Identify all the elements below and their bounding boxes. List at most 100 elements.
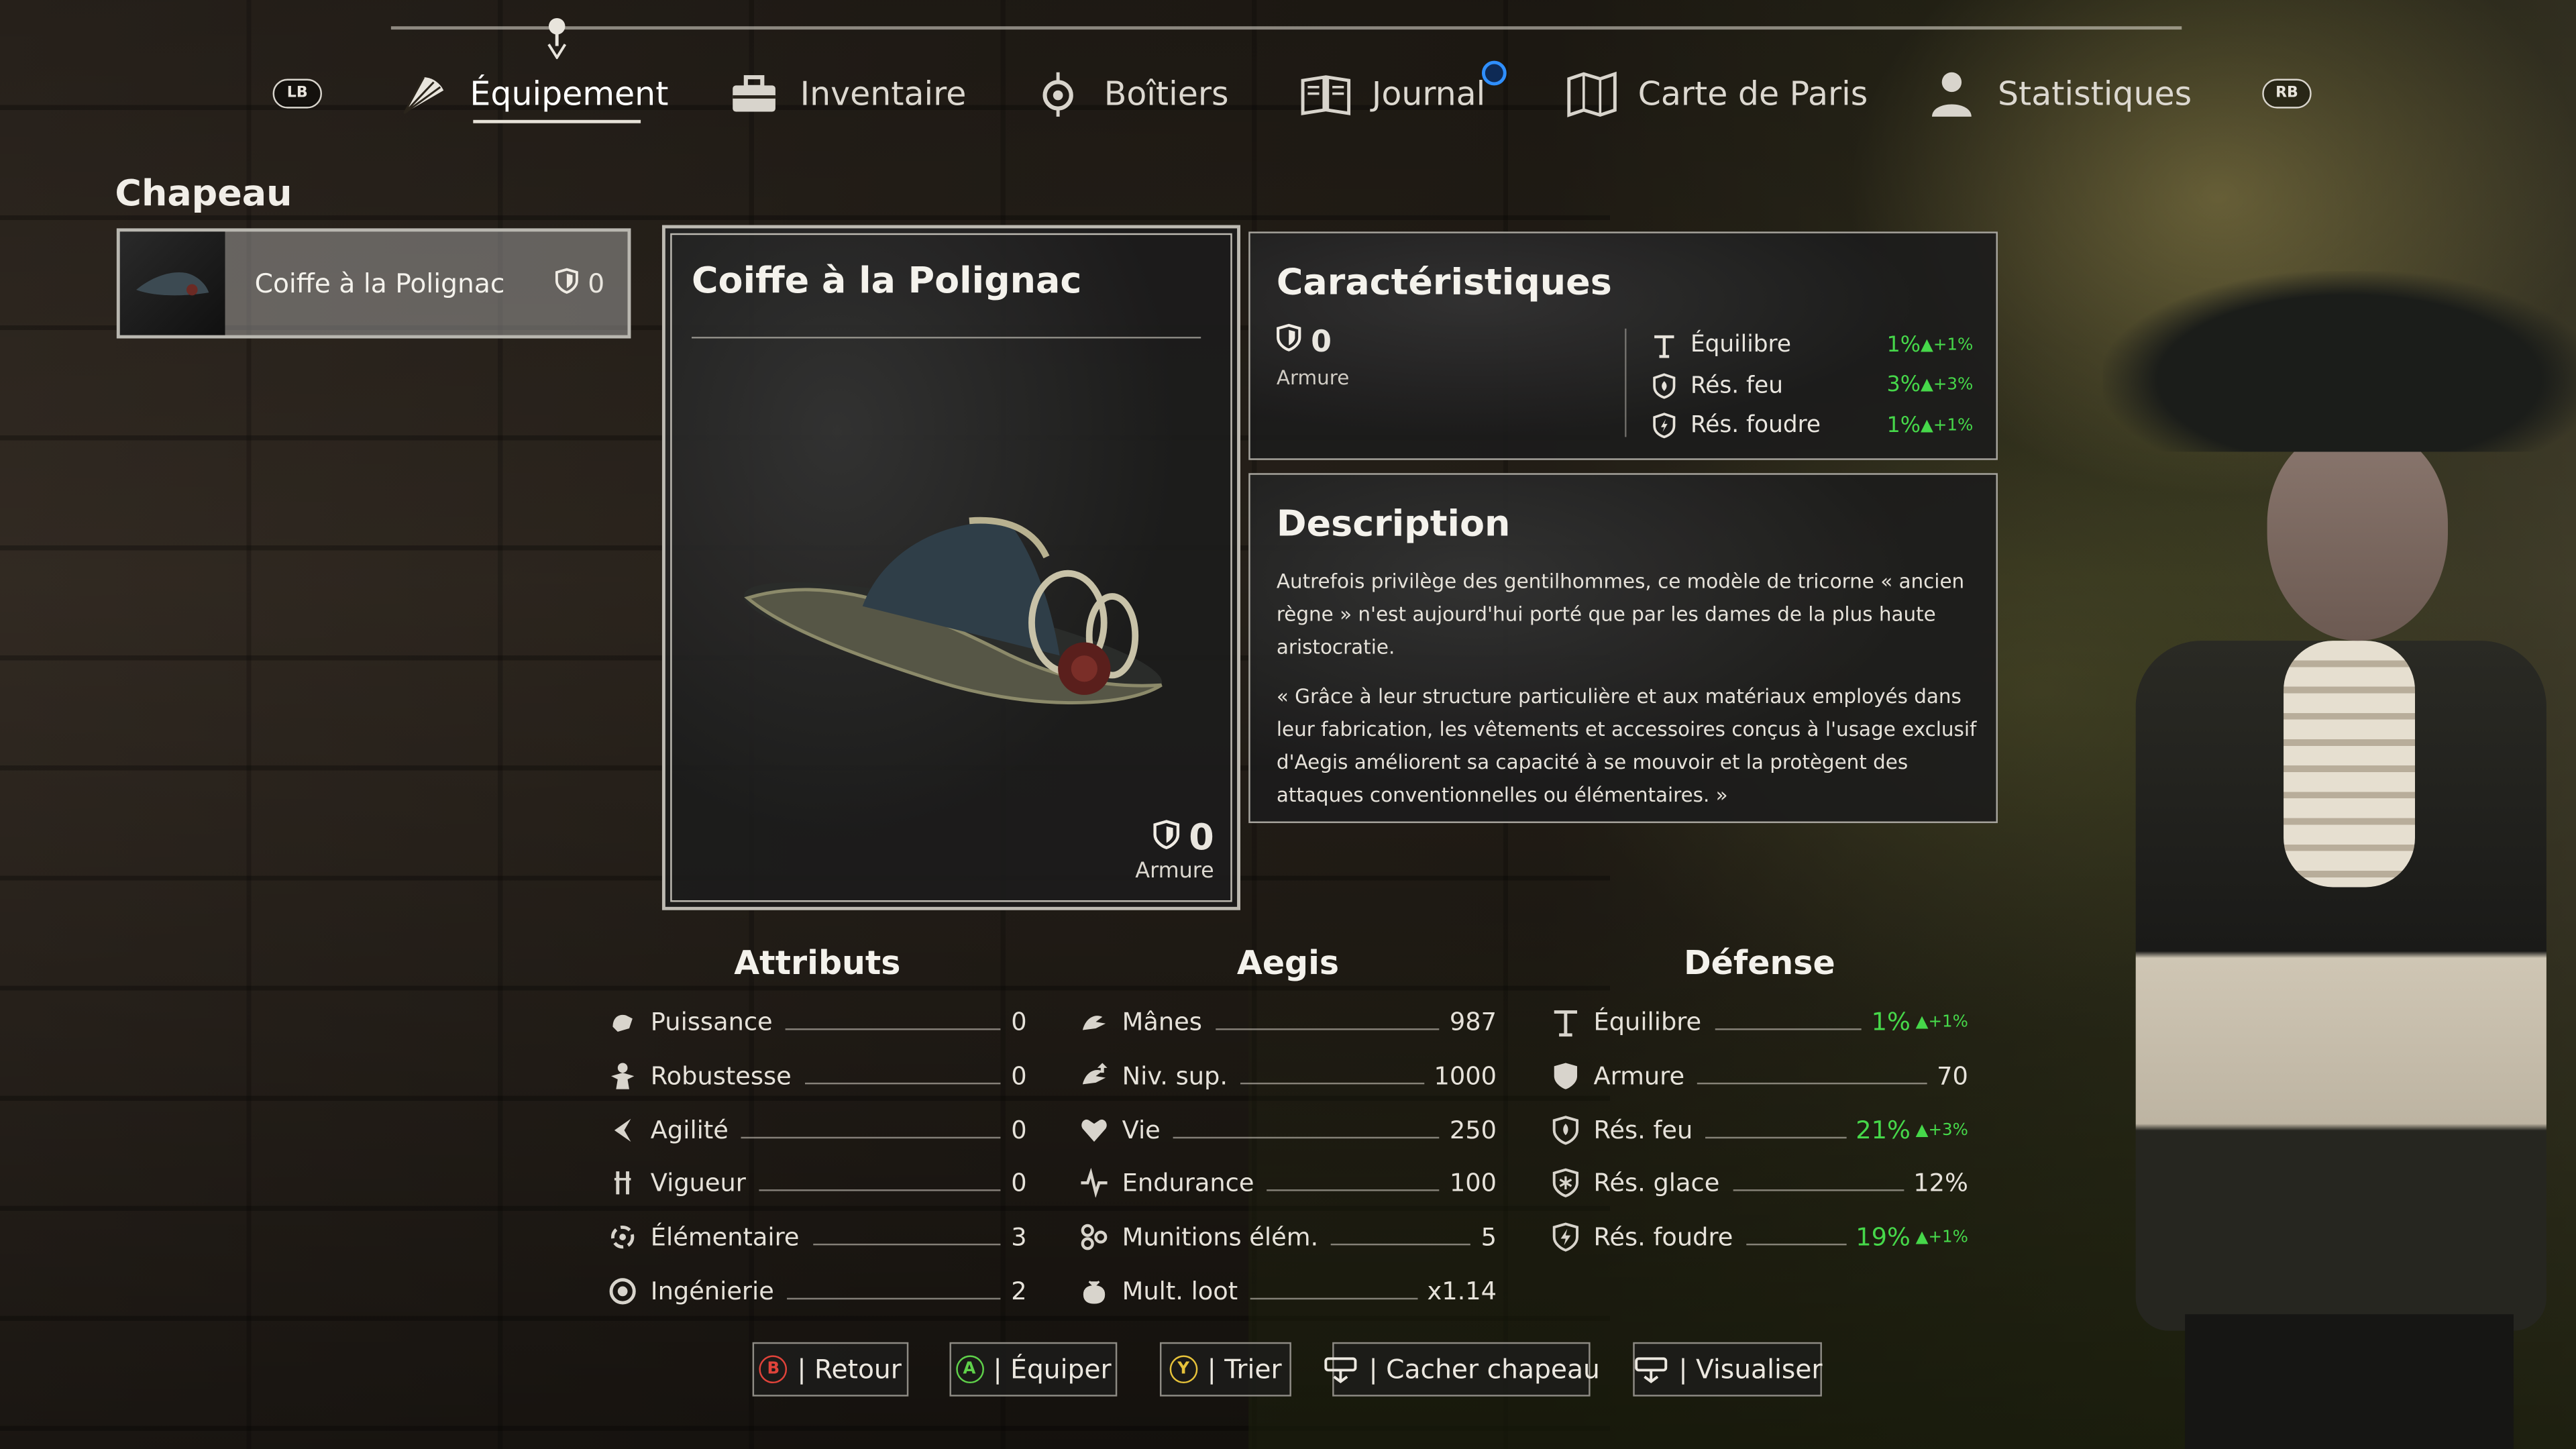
person-icon (1925, 67, 1978, 119)
up-arrow-icon: ▲ (1910, 1228, 1929, 1246)
defense-row-res-feu: Rés. feu 21% ▲ +3% (1551, 1112, 1968, 1148)
gear-core-icon (1032, 67, 1084, 119)
tab-label: Inventaire (800, 74, 967, 113)
heart-icon (1079, 1116, 1109, 1145)
back-button[interactable]: B | Retour (752, 1342, 909, 1397)
character-hat (2102, 271, 2576, 452)
touchpad-icon (1323, 1353, 1359, 1386)
characteristics-panel: Caractéristiques 0 Armure Équilibre 1% ▲… (1248, 231, 1998, 460)
attribut-row-agilite: Agilité 0 (608, 1112, 1027, 1148)
shield-icon (1551, 1061, 1580, 1091)
lightning-shield-icon (1651, 413, 1677, 439)
body-icon (608, 1061, 637, 1091)
description-paragraph-2: « Grâce à leur structure particulière et… (1276, 686, 1977, 806)
tab-statistiques[interactable]: Statistiques (1925, 62, 2192, 125)
fist-icon (608, 1007, 637, 1036)
ice-shield-icon (1551, 1168, 1580, 1197)
up-arrow-icon: ▲ (1910, 1012, 1929, 1031)
b-button-icon: B (759, 1355, 788, 1384)
map-icon (1566, 67, 1618, 119)
defense-row-res-foudre: Rés. foudre 19% ▲ +1% (1551, 1219, 1968, 1255)
shield-icon (1277, 323, 1301, 360)
description-title: Description (1276, 504, 1511, 546)
journal-notification-dot (1481, 60, 1507, 86)
book-icon (1299, 67, 1352, 119)
aegis-row-mult-loot: Mult. loot x1.14 (1079, 1273, 1497, 1309)
item-detail-panel: Coiffe à la Polignac 0 Armure (661, 225, 1240, 910)
hat-thumbnail (119, 231, 225, 335)
fan-icon (398, 67, 450, 119)
defense-row-equilibre: Équilibre 1% ▲ +1% (1551, 1004, 1968, 1040)
tricorne-hat-image (731, 508, 1175, 738)
stat-res-feu: Rés. feu 3% ▲ +3% (1651, 366, 1973, 406)
tab-journal[interactable]: Journal (1299, 62, 1485, 125)
characteristics-title: Caractéristiques (1276, 262, 1612, 305)
characteristics-armor: 0 Armure (1276, 323, 1350, 390)
dash-icon (608, 1116, 637, 1145)
cog-icon (608, 1277, 637, 1306)
character-legs (2185, 1314, 2514, 1449)
element-swirl-icon (608, 1222, 637, 1252)
stat-equilibre: Équilibre 1% ▲ +1% (1651, 325, 1973, 366)
item-armor: 0 Armure (1135, 818, 1214, 884)
active-tab-underline (473, 119, 641, 123)
lightning-shield-icon (1551, 1222, 1580, 1252)
tab-label: Statistiques (1997, 74, 2192, 113)
tab-boitiers[interactable]: Boîtiers (1032, 62, 1228, 125)
character-preview (2037, 230, 2576, 1449)
list-item-armor: 0 (555, 267, 604, 300)
attributs-title: Attributs (734, 943, 901, 983)
tab-carte-de-paris[interactable]: Carte de Paris (1566, 62, 1868, 125)
touchpad-icon (1633, 1353, 1669, 1386)
description-paragraph-1: Autrefois privilège des gentilhommes, ce… (1276, 570, 1965, 659)
fire-shield-icon (1651, 372, 1677, 398)
list-item-selected[interactable]: Coiffe à la Polignac 0 (116, 228, 631, 339)
up-arrow-icon: ▲ (1920, 376, 1933, 395)
defense-row-res-glace: Rés. glace 12% (1551, 1165, 1968, 1201)
title-divider (692, 337, 1201, 339)
a-button-icon: A (955, 1355, 983, 1384)
up-arrow-icon: ▲ (1920, 417, 1933, 435)
y-button-icon: Y (1169, 1355, 1197, 1384)
toolbox-icon (728, 67, 780, 119)
category-title: Chapeau (115, 174, 292, 215)
tab-inventaire[interactable]: Inventaire (728, 62, 966, 125)
rb-bumper-icon[interactable]: RB (2262, 78, 2312, 109)
level-up-hand-icon (1079, 1061, 1109, 1091)
loot-bag-icon (1079, 1277, 1109, 1306)
aegis-title: Aegis (1236, 943, 1340, 983)
view-button[interactable]: | Visualiser (1633, 1342, 1822, 1397)
shield-icon (555, 267, 578, 300)
sort-button[interactable]: Y | Trier (1159, 1342, 1291, 1397)
pulse-icon (1079, 1168, 1109, 1198)
up-arrow-icon: ▲ (1920, 336, 1933, 355)
description-text: Autrefois privilège des gentilhommes, ce… (1277, 567, 1980, 830)
shield-icon (1152, 818, 1179, 859)
nav-rail (390, 26, 2182, 30)
defense-row-armure: Armure 70 (1551, 1058, 1968, 1094)
ammo-icon (1079, 1222, 1109, 1252)
aegis-row-niv-sup: Niv. sup. 1000 (1079, 1058, 1497, 1094)
balance-icon (1551, 1007, 1580, 1037)
attribut-row-elementaire: Élémentaire 3 (608, 1219, 1027, 1255)
attribut-row-vigueur: Vigueur 0 (608, 1165, 1027, 1201)
aegis-row-vie: Vie 250 (1079, 1112, 1497, 1148)
characteristics-divider (1625, 328, 1627, 437)
tab-label: Carte de Paris (1638, 74, 1868, 113)
hide-hat-button[interactable]: | Cacher chapeau (1324, 1342, 1600, 1397)
aegis-row-endurance: Endurance 100 (1079, 1165, 1497, 1201)
equip-button[interactable]: A | Équiper (949, 1342, 1118, 1397)
aegis-row-munitions: Munitions élém. 5 (1079, 1219, 1497, 1255)
aegis-row-manes: Mânes 987 (1079, 1004, 1497, 1040)
description-panel: Description Autrefois privilège des gent… (1248, 473, 1998, 823)
balance-icon (1651, 332, 1677, 359)
up-arrow-icon: ▲ (1910, 1121, 1929, 1140)
tab-label: Équipement (470, 74, 669, 113)
attribut-row-ingenierie: Ingénierie 2 (608, 1273, 1027, 1309)
attribut-row-robustesse: Robustesse 0 (608, 1058, 1027, 1094)
lb-bumper-icon[interactable]: LB (272, 78, 323, 109)
fire-shield-icon (1551, 1116, 1580, 1145)
tab-equipement[interactable]: Équipement (398, 62, 669, 125)
spirit-hand-icon (1079, 1007, 1109, 1036)
character-frill (2284, 641, 2416, 888)
